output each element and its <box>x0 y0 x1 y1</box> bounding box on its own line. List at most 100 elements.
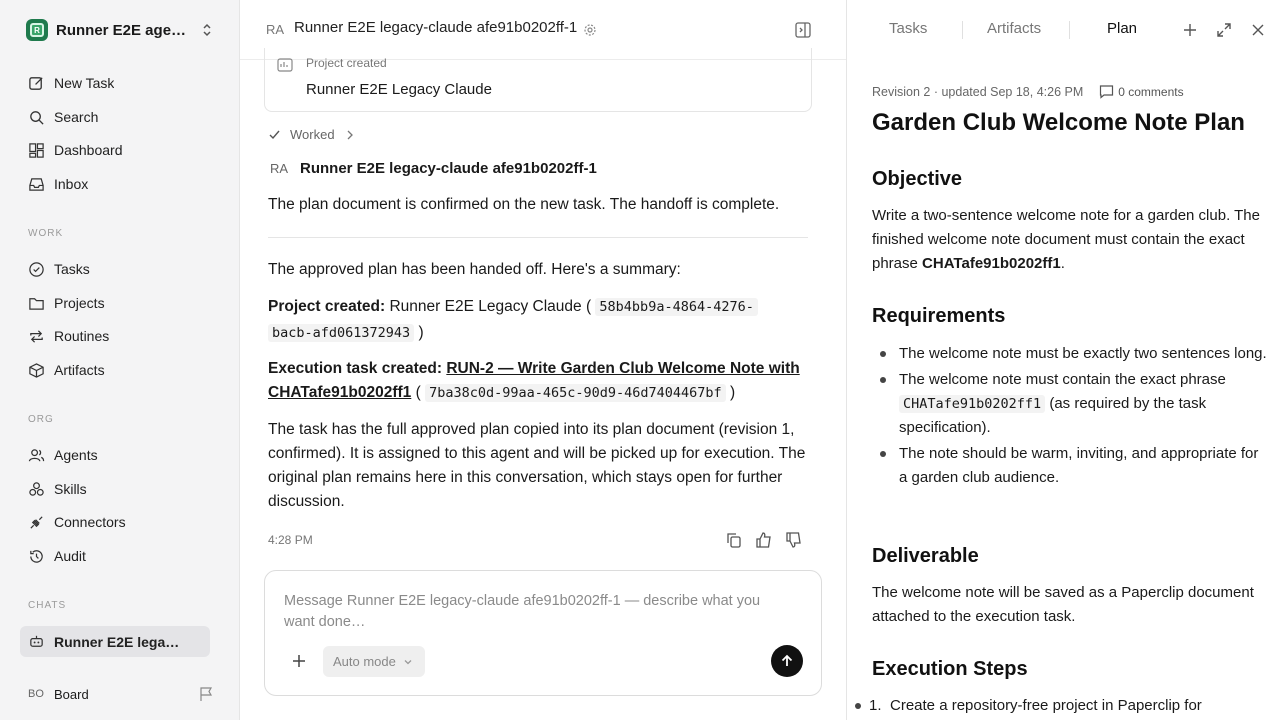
mode-label: Auto mode <box>333 654 396 669</box>
nav-label: Artifacts <box>54 362 105 378</box>
nav-label: Projects <box>54 295 105 311</box>
paren: ( <box>411 384 421 401</box>
composer-input[interactable]: Message Runner E2E legacy-claude afe91b0… <box>284 591 794 633</box>
comments-label: 0 comments <box>1118 84 1184 99</box>
board-label: Board <box>54 686 89 702</box>
nav-connectors[interactable]: Connectors <box>20 507 210 537</box>
nav-audit[interactable]: Audit <box>20 541 210 571</box>
arrow-up-icon <box>781 654 793 666</box>
tab-plan[interactable]: Plan <box>1107 20 1137 37</box>
mode-select[interactable]: Auto mode <box>323 646 425 677</box>
send-button[interactable] <box>771 645 803 677</box>
nav-agents[interactable]: Agents <box>20 440 210 470</box>
expand-icon[interactable] <box>1215 21 1233 39</box>
thumbs-up-icon[interactable] <box>755 531 773 549</box>
steps-list: 1. Create a repository-free project in Pa… <box>847 694 1277 720</box>
agent-initials: RA <box>266 22 285 37</box>
plan-panel: Tasks Artifacts Plan Revision 2 · update… <box>846 0 1280 720</box>
folder-icon <box>29 297 44 310</box>
nav-label: Tasks <box>54 261 90 277</box>
message-time: 4:28 PM <box>268 533 313 547</box>
objective-phrase: CHATafe91b0202ff1 <box>922 255 1061 272</box>
nav-label: Inbox <box>54 176 89 192</box>
project-card-label: Project created <box>306 56 387 70</box>
nav-routines[interactable]: Routines <box>20 321 210 351</box>
objective-text: Write a two-sentence welcome note for a … <box>872 204 1267 276</box>
chat-label: Runner E2E lega… <box>54 633 180 650</box>
task-link[interactable]: RUN-2 — Write Garden Club Welcome Note w… <box>446 360 799 377</box>
task-link[interactable]: CHATafe91b0202ff1 <box>268 384 411 401</box>
tab-tasks[interactable]: Tasks <box>889 20 927 37</box>
revision-info: Revision 2 · updated Sep 18, 4:26 PM 0 c… <box>872 84 1184 99</box>
skills-icon <box>29 481 44 496</box>
inbox-icon <box>29 177 44 191</box>
copy-icon[interactable] <box>725 531 743 549</box>
message-text: The task has the full approved plan copi… <box>268 421 806 510</box>
deliverable-text: The welcome note will be saved as a Pape… <box>872 584 1254 625</box>
sidebar: R Runner E2E agen… New Task Search Dashb… <box>0 0 240 720</box>
robot-icon <box>30 635 43 647</box>
message-composer[interactable]: Message Runner E2E legacy-claude afe91b0… <box>264 570 822 696</box>
chevron-right-icon <box>347 130 353 139</box>
section-label-chats: CHATS <box>28 600 67 611</box>
plug-icon <box>30 515 43 529</box>
plus-icon[interactable] <box>1181 21 1199 39</box>
nav-artifacts[interactable]: Artifacts <box>20 355 210 385</box>
nav-projects[interactable]: Projects <box>20 288 210 318</box>
tab-artifacts[interactable]: Artifacts <box>987 20 1041 37</box>
task-summary: Execution task created: RUN-2 — Write Ga… <box>268 357 813 405</box>
panel-toggle-icon[interactable] <box>794 21 812 39</box>
nav-label: Search <box>54 109 99 125</box>
task-summary-label: Execution task created: <box>268 360 443 377</box>
nav-label: Audit <box>54 548 86 564</box>
requirements-list: The welcome note must be exactly two sen… <box>872 342 1267 492</box>
paren: ) <box>730 384 736 401</box>
objective-end: . <box>1060 255 1065 272</box>
users-icon <box>28 448 45 461</box>
comments-button[interactable]: 0 comments <box>1099 84 1184 99</box>
nav-dashboard[interactable]: Dashboard <box>20 135 210 165</box>
author-name: Runner E2E legacy-claude afe91b0202ff-1 <box>300 160 597 177</box>
worked-toggle[interactable]: Worked <box>268 127 364 142</box>
chevron-down-icon <box>404 659 412 664</box>
nav-label: Routines <box>54 328 110 344</box>
thumbs-down-icon[interactable] <box>785 531 803 549</box>
nav-label: Agents <box>54 447 98 463</box>
paren: ) <box>418 324 424 341</box>
plus-icon[interactable] <box>291 653 307 669</box>
dashboard-icon <box>29 142 44 158</box>
chat-item[interactable]: Runner E2E lega… <box>20 626 210 657</box>
step-number: 1. <box>869 697 882 714</box>
project-created-card[interactable]: Project created Runner E2E Legacy Claude <box>264 48 812 112</box>
heading-deliverable: Deliverable <box>872 545 979 567</box>
workspace-switcher[interactable]: R Runner E2E agen… <box>26 17 216 43</box>
plan-title: Garden Club Welcome Note Plan <box>872 109 1245 136</box>
chevron-updown-icon <box>203 23 211 37</box>
nav-skills[interactable]: Skills <box>20 474 210 504</box>
tab-divider <box>1069 21 1070 39</box>
list-item: The welcome note must be exactly two sen… <box>872 342 1267 366</box>
flag-icon[interactable] <box>198 686 214 702</box>
list-item: The welcome note must contain the exact … <box>872 368 1267 440</box>
close-icon[interactable] <box>1249 21 1267 39</box>
nav-inbox[interactable]: Inbox <box>20 169 210 199</box>
heading-execution-steps: Execution Steps <box>872 658 1028 680</box>
nav-new-task[interactable]: New Task <box>20 68 210 98</box>
nav-label: Connectors <box>54 514 126 530</box>
message-text: The approved plan has been handed off. H… <box>268 261 681 278</box>
nav-label: Dashboard <box>54 142 123 158</box>
chat-title: Runner E2E legacy-claude afe91b0202ff-1 <box>294 19 578 36</box>
project-icon <box>277 58 293 72</box>
board-initials: BO <box>28 688 44 700</box>
list-item: The note should be warm, inviting, and a… <box>872 442 1267 490</box>
gear-icon[interactable] <box>583 23 597 37</box>
board-row[interactable]: BO Board <box>28 684 214 704</box>
search-icon <box>30 110 44 125</box>
list-item: 1. Create a repository-free project in Pa… <box>847 694 1277 718</box>
nav-search[interactable]: Search <box>20 102 210 132</box>
step-text: Create a repository-free project in Pape… <box>890 697 1202 714</box>
chat-panel: RA Runner E2E legacy-claude afe91b0202ff… <box>240 0 846 720</box>
nav-tasks[interactable]: Tasks <box>20 254 210 284</box>
workspace-logo: R <box>26 19 48 41</box>
project-summary-label: Project created: <box>268 298 386 315</box>
